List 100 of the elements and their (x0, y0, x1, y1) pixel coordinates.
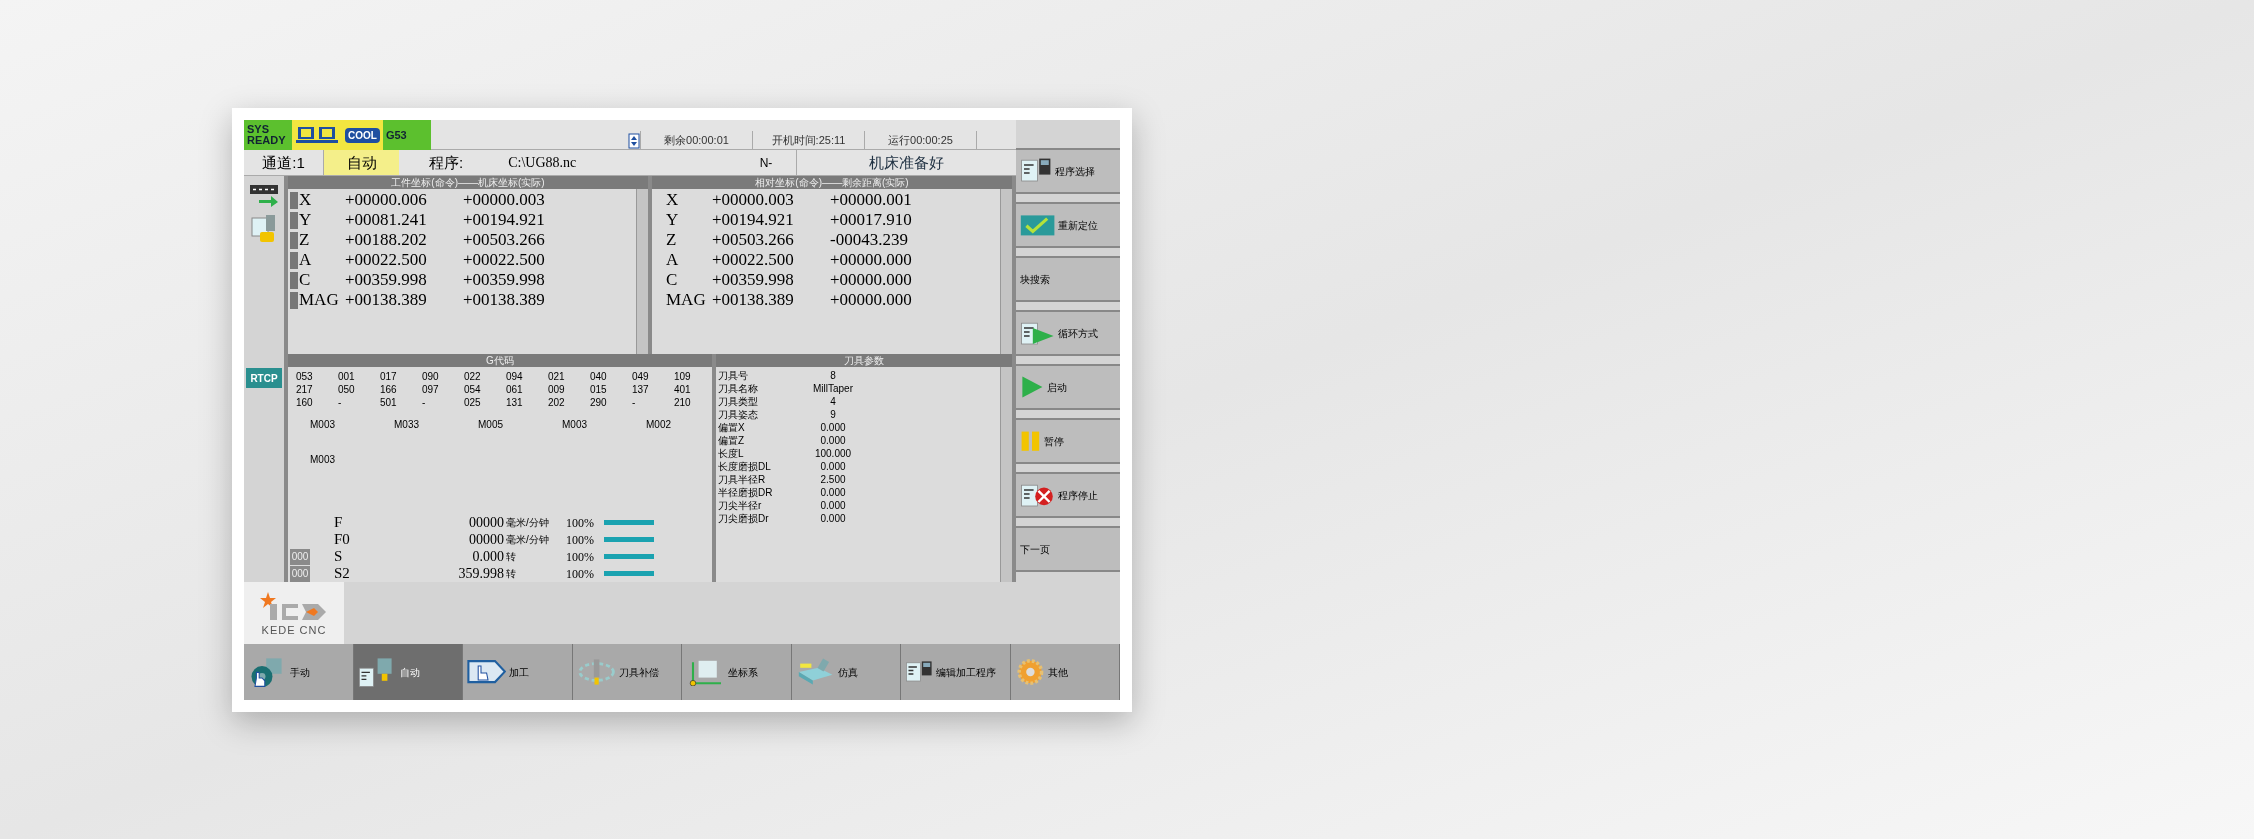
tool-param-label: 刀具名称 (718, 382, 759, 395)
softkey-tab[interactable]: 加工 (463, 644, 573, 700)
tool-param-label: 刀具姿态 (718, 408, 759, 421)
softkey-button[interactable]: 程序选择 (1016, 148, 1120, 194)
checkmark-icon (1020, 213, 1056, 237)
gcode-value: 009 (547, 383, 566, 396)
softkey-tab[interactable]: 自动 (353, 644, 463, 700)
tool-param-label: 半径磨损DR (718, 486, 774, 499)
tool-param-value: 0.000 (819, 434, 847, 447)
axis-name: Z (666, 230, 678, 250)
gear-icon (1014, 658, 1046, 686)
updown-arrow-icon (628, 133, 640, 149)
tool-param-value: 4 (829, 395, 837, 408)
gcode-value: 061 (505, 383, 524, 396)
softkey-button[interactable]: 暂停 (1016, 418, 1120, 464)
panel-header: G代码 (288, 354, 712, 367)
axis-value: -00043.239 (830, 230, 909, 250)
tool-param-value: 2.500 (819, 473, 847, 486)
feed-value: 0.000 (471, 548, 504, 565)
tool-param-value: MillTaper (812, 382, 854, 395)
program-label: 程序: (429, 153, 464, 173)
tool-param-label: 长度L (718, 447, 745, 460)
tool-param-value: 0.000 (819, 460, 847, 473)
status-label: G53 (385, 129, 408, 141)
gcode-value: 109 (673, 370, 692, 383)
status-field: 剩余00:00:01 (640, 131, 752, 149)
tool-param-value: 8 (829, 369, 837, 382)
softkey-button[interactable]: 循环方式 (1016, 310, 1120, 356)
gcode-value: - (421, 396, 427, 409)
axis-value: +00000.000 (830, 250, 913, 270)
gcode-value: 021 (547, 370, 566, 383)
softkey-button[interactable]: 下一页 (1016, 526, 1120, 572)
gcode-value: 015 (589, 383, 608, 396)
override-percent: 100% (566, 565, 595, 583)
softkey-button[interactable]: 启动 (1016, 364, 1120, 410)
softkey-tab[interactable]: 其他 (1010, 644, 1120, 700)
axis-marker (290, 251, 298, 269)
tool-param-label: 刀尖磨损Dr (718, 512, 770, 525)
program-path: C:\UG88.nc (508, 154, 577, 172)
scrollbar[interactable] (636, 189, 648, 354)
gcode-value: - (631, 396, 637, 409)
axis-value: +00081.241 (345, 210, 428, 230)
feed-value: 00000 (468, 531, 504, 548)
tool-param-label: 刀具类型 (718, 395, 759, 408)
gcode-value: 210 (673, 396, 692, 409)
softkey-button[interactable]: 程序停止 (1016, 472, 1120, 518)
gcode-value: - (337, 396, 343, 409)
gcode-value: 290 (589, 396, 608, 409)
scrollbar[interactable] (1000, 367, 1012, 582)
axis-value: +00000.003 (712, 190, 795, 210)
tool-param-label: 偏置Z (718, 434, 746, 447)
override-percent: 100% (566, 548, 595, 566)
axis-value: +00000.006 (345, 190, 428, 210)
mcode-value: M033 (393, 418, 420, 432)
mcode-value: M002 (645, 418, 672, 432)
spindle-marker: 000 (290, 565, 310, 582)
axis-value: +00359.998 (712, 270, 795, 290)
tool-param-label: 刀具号 (718, 369, 749, 382)
feed-unit: 转 (505, 550, 517, 564)
axis-marker (290, 271, 298, 289)
gcode-value: 040 (589, 370, 608, 383)
softkey-tab[interactable]: 编辑加工程序 (901, 644, 1011, 700)
gcode-value: 131 (505, 396, 524, 409)
tool-param-value: 0.000 (819, 499, 847, 512)
softkey-tab[interactable]: 坐标系 (682, 644, 792, 700)
panel-header: 工件坐标(命令)——机床坐标(实际) (288, 176, 648, 189)
softkey-button[interactable]: 重新定位 (1016, 202, 1120, 248)
axis-marker (290, 231, 298, 249)
softkey-tab[interactable]: 手动 (244, 644, 354, 700)
rtcp-button[interactable]: RTCP (246, 368, 282, 388)
pause-icon (1020, 429, 1041, 453)
axis-marker (290, 191, 298, 209)
coolant-label: COOL (345, 127, 380, 143)
softkey-tab[interactable]: 仿真 (791, 644, 901, 700)
gcode-value: 090 (421, 370, 440, 383)
scrollbar[interactable] (1000, 189, 1012, 354)
axis-value: +00188.202 (345, 230, 428, 250)
mcode-value: M003 (309, 453, 336, 467)
feed-value: 00000 (468, 514, 504, 531)
axis-name: C (299, 270, 312, 290)
axis-value: +00000.001 (830, 190, 913, 210)
hand-pointer-icon (467, 659, 507, 685)
axis-name: Y (299, 210, 313, 230)
tool-ring-icon (576, 658, 616, 686)
tool-param-label: 刀具半径R (718, 473, 767, 486)
mcode-value: M005 (477, 418, 504, 432)
status-field: 运行00:00:25 (864, 131, 976, 149)
tool-param-value: 100.000 (813, 447, 853, 460)
axis-marker (290, 291, 298, 309)
gcode-value: 053 (295, 370, 314, 383)
gcode-value: 202 (547, 396, 566, 409)
softkey-button[interactable]: 块搜索 (1016, 256, 1120, 302)
gcode-value: 097 (421, 383, 440, 396)
axis-value: +00000.000 (830, 270, 913, 290)
tool-param-value: 0.000 (819, 486, 847, 499)
gcode-value: 160 (295, 396, 314, 409)
softkey-tab[interactable]: 刀具补偿 (572, 644, 682, 700)
gcode-value: 050 (337, 383, 356, 396)
feed-name: F0 (334, 531, 351, 548)
tool-param-value: 0.000 (819, 421, 847, 434)
